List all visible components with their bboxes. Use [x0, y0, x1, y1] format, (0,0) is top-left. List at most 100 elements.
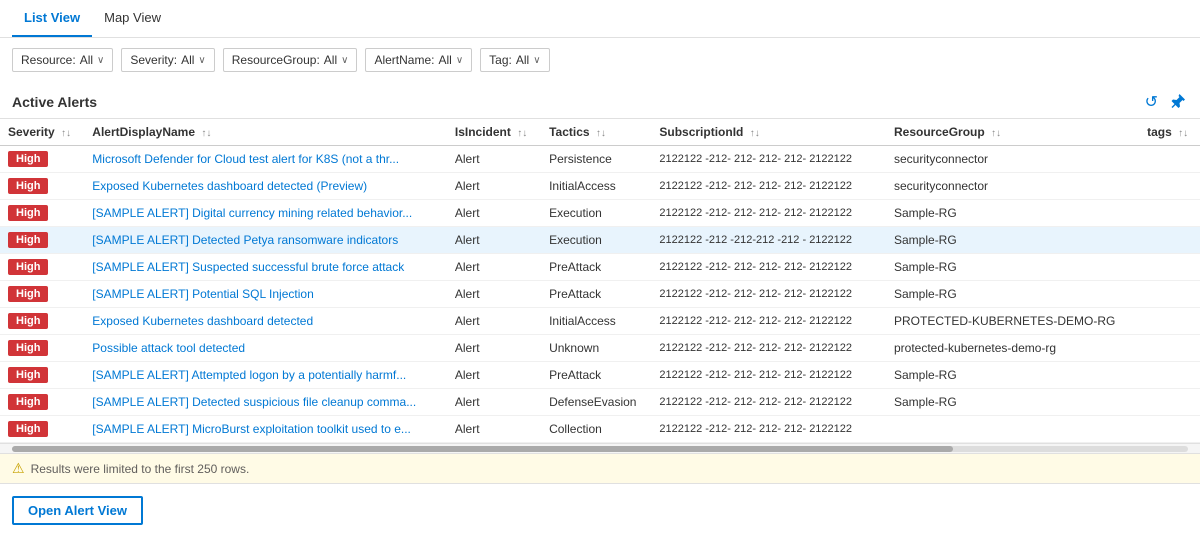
cell-severity-6: High	[0, 308, 84, 335]
cell-tags-0	[1139, 146, 1200, 173]
table-row[interactable]: High Microsoft Defender for Cloud test a…	[0, 146, 1200, 173]
section-header: Active Alerts ↺	[0, 82, 1200, 118]
table-row[interactable]: High Exposed Kubernetes dashboard detect…	[0, 173, 1200, 200]
cell-is-incident-2: Alert	[447, 200, 541, 227]
table-row[interactable]: High [SAMPLE ALERT] Suspected successful…	[0, 254, 1200, 281]
alert-name-link[interactable]: [SAMPLE ALERT] MicroBurst exploitation t…	[92, 422, 411, 436]
alert-name-link[interactable]: [SAMPLE ALERT] Detected suspicious file …	[92, 395, 416, 409]
cell-resource-group-4: Sample-RG	[886, 254, 1139, 281]
severity-badge: High	[8, 151, 48, 167]
cell-subscription-8: 2122122 -212- 212- 212- 212- 2122122	[651, 362, 886, 389]
cell-resource-group-6: PROTECTED-KUBERNETES-DEMO-RG	[886, 308, 1139, 335]
cell-tactics-1: InitialAccess	[541, 173, 651, 200]
table-row[interactable]: High [SAMPLE ALERT] Attempted logon by a…	[0, 362, 1200, 389]
severity-badge: High	[8, 286, 48, 302]
pin-button[interactable]	[1168, 90, 1188, 114]
col-alert-display-name[interactable]: AlertDisplayName ↑↓	[84, 119, 447, 146]
cell-is-incident-10: Alert	[447, 416, 541, 443]
severity-badge: High	[8, 340, 48, 356]
alert-name-link[interactable]: Possible attack tool detected	[92, 341, 245, 355]
cell-resource-group-9: Sample-RG	[886, 389, 1139, 416]
cell-subscription-0: 2122122 -212- 212- 212- 212- 2122122	[651, 146, 886, 173]
cell-alert-name-1: Exposed Kubernetes dashboard detected (P…	[84, 173, 447, 200]
cell-severity-9: High	[0, 389, 84, 416]
filter-tag[interactable]: Tag: All ∨	[480, 48, 549, 72]
tab-map-view[interactable]: Map View	[92, 0, 173, 37]
cell-alert-name-5: [SAMPLE ALERT] Potential SQL Injection	[84, 281, 447, 308]
cell-is-incident-0: Alert	[447, 146, 541, 173]
alert-name-link[interactable]: Exposed Kubernetes dashboard detected	[92, 314, 313, 328]
filter-tag-value: All	[516, 53, 529, 67]
tab-list-view[interactable]: List View	[12, 0, 92, 37]
filter-alertname-value: All	[438, 53, 451, 67]
cell-subscription-2: 2122122 -212- 212- 212- 212- 2122122	[651, 200, 886, 227]
cell-severity-8: High	[0, 362, 84, 389]
filter-severity[interactable]: Severity: All ∨	[121, 48, 214, 72]
sort-icon-alert-name: ↑↓	[201, 128, 211, 139]
col-tactics[interactable]: Tactics ↑↓	[541, 119, 651, 146]
filter-severity-label: Severity:	[130, 53, 177, 67]
alert-name-link[interactable]: [SAMPLE ALERT] Digital currency mining r…	[92, 206, 412, 220]
alert-name-link[interactable]: [SAMPLE ALERT] Potential SQL Injection	[92, 287, 313, 301]
col-is-incident[interactable]: IsIncident ↑↓	[447, 119, 541, 146]
cell-severity-10: High	[0, 416, 84, 443]
cell-subscription-3: 2122122 -212 -212-212 -212 - 2122122	[651, 227, 886, 254]
filter-resource[interactable]: Resource: All ∨	[12, 48, 113, 72]
section-title: Active Alerts	[12, 94, 97, 110]
sort-icon-severity: ↑↓	[61, 128, 71, 139]
alert-name-link[interactable]: Microsoft Defender for Cloud test alert …	[92, 152, 399, 166]
col-subscription-id[interactable]: SubscriptionId ↑↓	[651, 119, 886, 146]
cell-resource-group-2: Sample-RG	[886, 200, 1139, 227]
cell-severity-5: High	[0, 281, 84, 308]
cell-alert-name-2: [SAMPLE ALERT] Digital currency mining r…	[84, 200, 447, 227]
sort-icon-resource-group: ↑↓	[991, 128, 1001, 139]
severity-badge: High	[8, 367, 48, 383]
filter-severity-value: All	[181, 53, 194, 67]
alert-name-link[interactable]: [SAMPLE ALERT] Suspected successful brut…	[92, 260, 404, 274]
cell-alert-name-3: [SAMPLE ALERT] Detected Petya ransomware…	[84, 227, 447, 254]
table-row[interactable]: High [SAMPLE ALERT] Detected Petya ranso…	[0, 227, 1200, 254]
horizontal-scrollbar[interactable]	[0, 443, 1200, 453]
sort-icon-tags: ↑↓	[1178, 128, 1188, 139]
col-tags[interactable]: tags ↑↓	[1139, 119, 1200, 146]
filter-resourcegroup-label: ResourceGroup:	[232, 53, 320, 67]
table-row[interactable]: High [SAMPLE ALERT] Potential SQL Inject…	[0, 281, 1200, 308]
table-row[interactable]: High [SAMPLE ALERT] Detected suspicious …	[0, 389, 1200, 416]
sort-icon-subscription: ↑↓	[750, 128, 760, 139]
filter-alertname-label: AlertName:	[374, 53, 434, 67]
cell-tactics-0: Persistence	[541, 146, 651, 173]
col-resource-group[interactable]: ResourceGroup ↑↓	[886, 119, 1139, 146]
cell-tags-7	[1139, 335, 1200, 362]
chevron-down-icon: ∨	[341, 55, 348, 66]
warning-text: Results were limited to the first 250 ro…	[31, 462, 250, 476]
filter-resourcegroup[interactable]: ResourceGroup: All ∨	[223, 48, 358, 72]
cell-tactics-9: DefenseEvasion	[541, 389, 651, 416]
cell-alert-name-7: Possible attack tool detected	[84, 335, 447, 362]
cell-tags-1	[1139, 173, 1200, 200]
alert-name-link[interactable]: [SAMPLE ALERT] Detected Petya ransomware…	[92, 233, 398, 247]
cell-subscription-7: 2122122 -212- 212- 212- 212- 2122122	[651, 335, 886, 362]
table-row[interactable]: High [SAMPLE ALERT] Digital currency min…	[0, 200, 1200, 227]
severity-badge: High	[8, 178, 48, 194]
cell-tactics-5: PreAttack	[541, 281, 651, 308]
severity-badge: High	[8, 232, 48, 248]
table-row[interactable]: High Exposed Kubernetes dashboard detect…	[0, 308, 1200, 335]
alerts-table: Severity ↑↓ AlertDisplayName ↑↓ IsIncide…	[0, 119, 1200, 443]
cell-subscription-10: 2122122 -212- 212- 212- 212- 2122122	[651, 416, 886, 443]
sort-icon-tactics: ↑↓	[596, 128, 606, 139]
open-alert-view-button[interactable]: Open Alert View	[12, 496, 143, 525]
table-row[interactable]: High Possible attack tool detected Alert…	[0, 335, 1200, 362]
filter-resourcegroup-value: All	[324, 53, 337, 67]
col-severity[interactable]: Severity ↑↓	[0, 119, 84, 146]
cell-severity-3: High	[0, 227, 84, 254]
alert-name-link[interactable]: Exposed Kubernetes dashboard detected (P…	[92, 179, 367, 193]
cell-tactics-3: Execution	[541, 227, 651, 254]
cell-resource-group-8: Sample-RG	[886, 362, 1139, 389]
cell-alert-name-4: [SAMPLE ALERT] Suspected successful brut…	[84, 254, 447, 281]
filter-alertname[interactable]: AlertName: All ∨	[365, 48, 472, 72]
refresh-button[interactable]: ↺	[1143, 90, 1160, 114]
cell-alert-name-9: [SAMPLE ALERT] Detected suspicious file …	[84, 389, 447, 416]
alert-name-link[interactable]: [SAMPLE ALERT] Attempted logon by a pote…	[92, 368, 406, 382]
cell-tactics-4: PreAttack	[541, 254, 651, 281]
table-row[interactable]: High [SAMPLE ALERT] MicroBurst exploitat…	[0, 416, 1200, 443]
